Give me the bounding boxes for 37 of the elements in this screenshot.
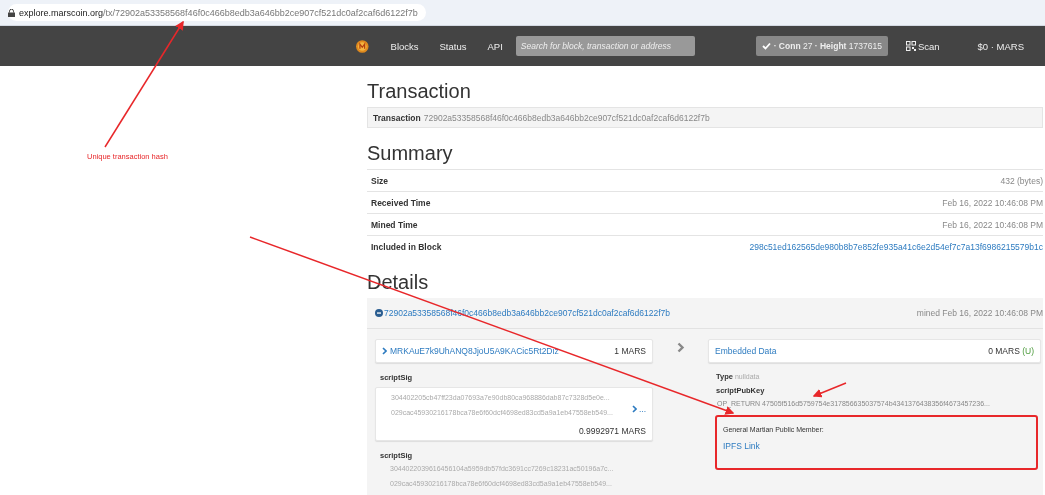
row-value: Feb 16, 2022 10:46:08 PM: [942, 197, 1043, 208]
section-heading: Summary: [367, 142, 454, 164]
row-label: Mined Time: [371, 219, 418, 230]
row-label: Included in Block: [371, 241, 442, 252]
page-url: explore.marscoin.org/tx/72902a53358568f46f0c466b8edb3a646bb2ce907cf521dc0af2caf6d6122f7b: [19, 7, 418, 18]
mined-time: mined Feb 16, 2022 10:46:08 PM: [916, 308, 1043, 318]
annotation-arrow: [812, 382, 847, 398]
nav-link[interactable]: API: [487, 40, 503, 52]
currency-selector[interactable]: $0 · MARS: [977, 40, 1024, 52]
address-bar[interactable]: explore.marscoin.org/tx/72902a53358568f46f0c466b8edb3a646bb2ce907cf521dc0af2caf6d6122f7b: [8, 4, 426, 21]
amount: 0 MARS (U): [988, 346, 1034, 356]
amount: 0.9992971 MARS: [577, 426, 646, 436]
qr-code-icon: [905, 41, 916, 51]
coin-logo-icon[interactable]: [356, 38, 369, 54]
scan-link[interactable]: Scan: [905, 40, 940, 52]
block-hash-link[interactable]: 298c51ed162565de980b8b7e852fe935a41c6e2d54ef7c7a13f6986215579b1c: [749, 241, 1043, 252]
page-heading: Transaction: [367, 80, 472, 102]
row-label: Size: [371, 175, 388, 186]
search-field[interactable]: Search for block, transaction or address: [515, 36, 695, 56]
chevron-right-icon: [382, 347, 387, 355]
row-value: Feb 16, 2022 10:46:08 PM: [942, 219, 1043, 230]
chevron-right-icon: [676, 342, 685, 353]
status-text: · Conn 27 · Height 1737615: [773, 41, 882, 51]
chevron-right-icon: [631, 405, 637, 413]
row-value: 432 (bytes): [1000, 175, 1043, 186]
row-label: Received Time: [371, 197, 431, 208]
embedded-data-link[interactable]: Embedded Data: [715, 346, 777, 356]
expand-link[interactable]: ...: [631, 394, 646, 424]
collapse-icon: [375, 309, 383, 317]
address-link[interactable]: MRKAuE7k9UhANQ8JjoU5A9KACic5Rt2Diz: [382, 346, 559, 356]
transaction-hash: Transaction 72902a53358568f46f0c466b8edb3a646bb2ce907cf521dc0af2caf6d6122f7b: [373, 112, 710, 123]
amount: 1 MARS: [614, 346, 646, 356]
ipfs-link[interactable]: IPFS Link: [723, 441, 760, 451]
nav-link[interactable]: Blocks: [390, 40, 419, 52]
nav-link[interactable]: Status: [439, 40, 467, 52]
lock-icon: [8, 8, 15, 17]
check-icon: [761, 42, 771, 50]
